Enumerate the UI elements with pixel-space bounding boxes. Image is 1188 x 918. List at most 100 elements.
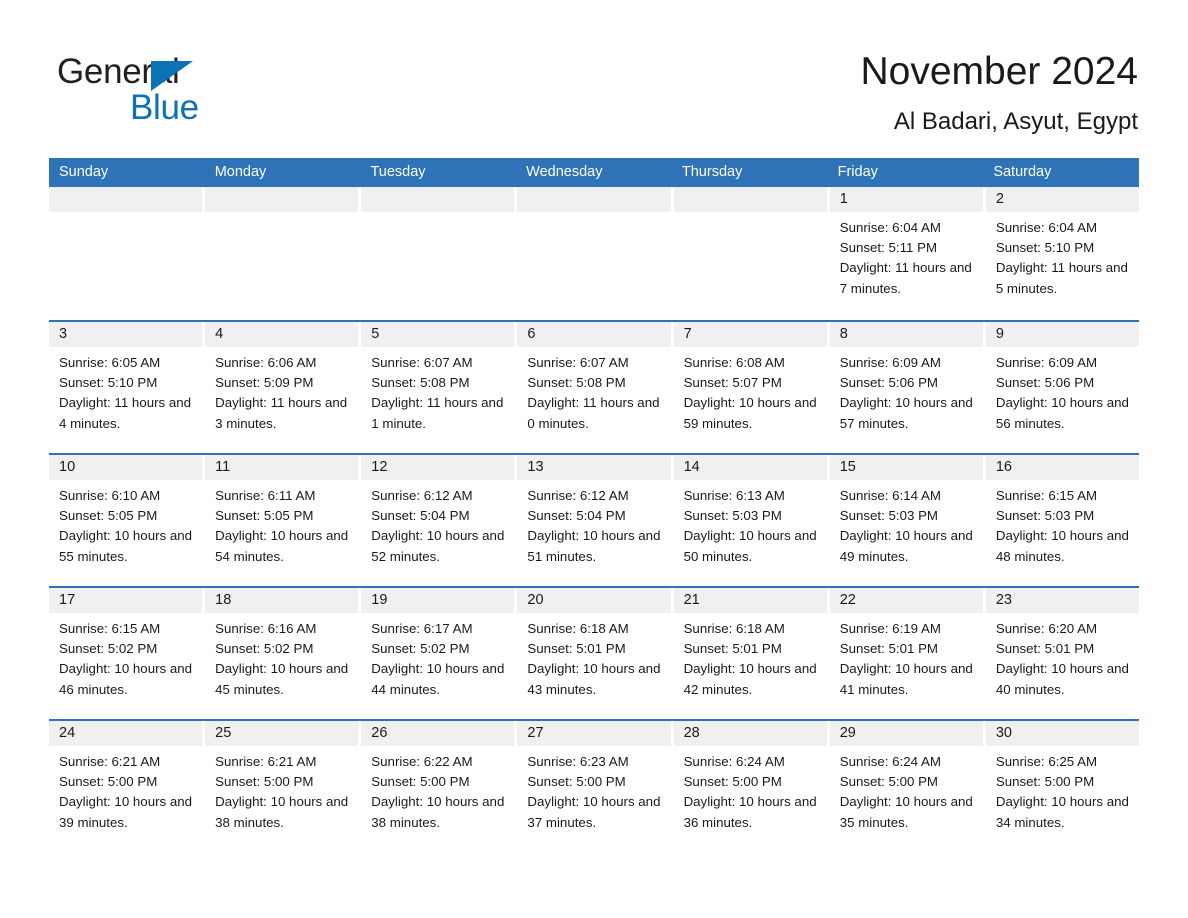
sunrise-text: Sunrise: 6:14 AM [839, 488, 941, 503]
day-details: Sunrise: 6:12 AM Sunset: 5:04 PM Daylight:… [517, 480, 670, 567]
day-details: Sunrise: 6:12 AM Sunset: 5:04 PM Daylight:… [361, 480, 514, 567]
sunrise-text: Sunrise: 6:24 AM [683, 754, 785, 769]
sunrise-text: Sunrise: 6:16 AM [215, 621, 317, 636]
calendar-day-cell[interactable]: 15 Sunrise: 6:14 AM Sunset: 5:03 PM Dayligh… [829, 455, 986, 586]
calendar-day-cell[interactable]: 30 Sunrise: 6:25 AM Sunset: 5:00 PM Dayligh… [985, 721, 1139, 852]
calendar-day-cell[interactable]: 1 Sunrise: 6:04 AM Sunset: 5:11 PM Daylight… [829, 187, 986, 320]
calendar-day-cell[interactable]: 19 Sunrise: 6:17 AM Sunset: 5:02 PM Dayligh… [361, 588, 518, 719]
sunrise-text: Sunrise: 6:21 AM [215, 754, 317, 769]
day-number: 11 [205, 455, 359, 480]
day-number: 21 [673, 588, 827, 613]
sunset-text: Sunset: 5:03 PM [839, 508, 939, 524]
day-details: Sunrise: 6:21 AM Sunset: 5:00 PM Daylight:… [49, 746, 202, 833]
sunset-text: Sunset: 5:05 PM [215, 508, 314, 524]
weekday-header-thursday: Thursday [681, 164, 743, 180]
sunrise-text: Sunrise: 6:05 AM [59, 355, 161, 370]
day-details: Sunrise: 6:18 AM Sunset: 5:01 PM Daylight:… [674, 613, 827, 700]
day-details: Sunrise: 6:08 AM Sunset: 5:07 PM Daylight:… [674, 347, 827, 434]
weekday-header-monday: Monday [214, 164, 267, 180]
sunrise-text: Sunrise: 6:25 AM [995, 754, 1098, 769]
daylight-text: Daylight: 10 hours and 57 minutes. [839, 395, 973, 431]
calendar-day-cell[interactable]: 17 Sunrise: 6:15 AM Sunset: 5:02 PM Dayligh… [49, 588, 206, 719]
title-block: November 2024 Al Badari, Asyut, Egypt [861, 48, 1139, 137]
generalblue-logo[interactable]: General Blue [57, 52, 317, 132]
calendar-day-cell[interactable]: 16 Sunrise: 6:15 AM Sunset: 5:03 PM Dayligh… [985, 455, 1139, 586]
day-number [205, 187, 359, 212]
calendar-day-cell[interactable]: 20 Sunrise: 6:18 AM Sunset: 5:01 PM Dayligh… [517, 588, 674, 719]
calendar-day-cell[interactable]: 28 Sunrise: 6:24 AM Sunset: 5:00 PM Dayligh… [673, 721, 830, 852]
calendar-day-cell[interactable]: 5 Sunrise: 6:07 AM Sunset: 5:08 PM Daylight… [361, 322, 518, 453]
calendar-week-row: 10 Sunrise: 6:10 AM Sunset: 5:05 PM Dayligh… [49, 453, 1139, 586]
day-number [517, 187, 671, 212]
sunset-text: Sunset: 5:06 PM [839, 375, 939, 391]
calendar-day-cell[interactable]: 18 Sunrise: 6:16 AM Sunset: 5:02 PM Dayligh… [205, 588, 362, 719]
calendar-week-row: 3 Sunrise: 6:05 AM Sunset: 5:10 PM Daylight… [49, 320, 1139, 453]
daylight-text: Daylight: 10 hours and 54 minutes. [215, 528, 349, 564]
day-details: Sunrise: 6:13 AM Sunset: 5:03 PM Daylight:… [674, 480, 827, 567]
calendar-day-cell[interactable]: 27 Sunrise: 6:23 AM Sunset: 5:00 PM Dayligh… [517, 721, 674, 852]
daylight-text: Daylight: 10 hours and 34 minutes. [995, 794, 1129, 830]
calendar-day-cell[interactable]: 9 Sunrise: 6:09 AM Sunset: 5:06 PM Daylight… [985, 322, 1139, 453]
sunrise-text: Sunrise: 6:18 AM [527, 621, 629, 636]
day-details: Sunrise: 6:25 AM Sunset: 5:00 PM Daylight:… [986, 746, 1139, 833]
calendar-day-cell[interactable]: 25 Sunrise: 6:21 AM Sunset: 5:00 PM Dayligh… [205, 721, 362, 852]
calendar-day-cell[interactable]: 26 Sunrise: 6:22 AM Sunset: 5:00 PM Dayligh… [361, 721, 518, 852]
calendar-day-cell-empty [361, 187, 518, 320]
calendar-day-cell[interactable]: 24 Sunrise: 6:21 AM Sunset: 5:00 PM Dayligh… [49, 721, 206, 852]
day-number: 1 [829, 187, 983, 212]
calendar-day-cell[interactable]: 6 Sunrise: 6:07 AM Sunset: 5:08 PM Daylight… [517, 322, 674, 453]
weekday-header-row: Sunday Monday Tuesday Wednesday Thursday… [49, 158, 1139, 187]
calendar-day-cell[interactable]: 2 Sunrise: 6:04 AM Sunset: 5:10 PM Daylight… [985, 187, 1139, 320]
sunset-text: Sunset: 5:01 PM [527, 641, 626, 657]
calendar-day-cell[interactable]: 14 Sunrise: 6:13 AM Sunset: 5:03 PM Dayligh… [673, 455, 830, 586]
sunset-text: Sunset: 5:02 PM [215, 641, 314, 657]
sunset-text: Sunset: 5:00 PM [59, 774, 158, 790]
sunrise-text: Sunrise: 6:22 AM [371, 754, 473, 769]
daylight-text: Daylight: 10 hours and 51 minutes. [527, 528, 661, 564]
calendar-day-cell[interactable]: 4 Sunrise: 6:06 AM Sunset: 5:09 PM Daylight… [205, 322, 362, 453]
day-details: Sunrise: 6:19 AM Sunset: 5:01 PM Daylight:… [830, 613, 983, 700]
calendar-day-cell[interactable]: 22 Sunrise: 6:19 AM Sunset: 5:01 PM Dayligh… [829, 588, 986, 719]
sunset-text: Sunset: 5:08 PM [527, 375, 626, 391]
day-number: 19 [361, 588, 515, 613]
sunset-text: Sunset: 5:03 PM [995, 508, 1095, 524]
day-details: Sunrise: 6:20 AM Sunset: 5:01 PM Daylight:… [986, 613, 1139, 700]
calendar-day-cell[interactable]: 21 Sunrise: 6:18 AM Sunset: 5:01 PM Dayligh… [673, 588, 830, 719]
daylight-text: Daylight: 10 hours and 46 minutes. [59, 661, 193, 697]
calendar-day-cell[interactable]: 3 Sunrise: 6:05 AM Sunset: 5:10 PM Daylight… [49, 322, 206, 453]
daylight-text: Daylight: 10 hours and 38 minutes. [371, 794, 505, 830]
sunrise-text: Sunrise: 6:17 AM [371, 621, 473, 636]
calendar-day-cell[interactable]: 13 Sunrise: 6:12 AM Sunset: 5:04 PM Dayligh… [517, 455, 674, 586]
sunset-text: Sunset: 5:11 PM [839, 240, 938, 256]
calendar-day-cell[interactable]: 11 Sunrise: 6:11 AM Sunset: 5:05 PM Dayligh… [205, 455, 362, 586]
sunset-text: Sunset: 5:01 PM [839, 641, 939, 657]
calendar-day-cell[interactable]: 10 Sunrise: 6:10 AM Sunset: 5:05 PM Dayligh… [49, 455, 206, 586]
daylight-text: Daylight: 11 hours and 5 minutes. [995, 260, 1128, 296]
sunrise-text: Sunrise: 6:21 AM [59, 754, 161, 769]
calendar-day-cell[interactable]: 12 Sunrise: 6:12 AM Sunset: 5:04 PM Dayligh… [361, 455, 518, 586]
sunset-text: Sunset: 5:00 PM [995, 774, 1095, 790]
logo-text-blue: Blue [130, 88, 199, 127]
day-details: Sunrise: 6:14 AM Sunset: 5:03 PM Daylight:… [830, 480, 983, 567]
sunrise-text: Sunrise: 6:12 AM [527, 488, 629, 503]
calendar-day-cell[interactable]: 23 Sunrise: 6:20 AM Sunset: 5:01 PM Dayligh… [985, 588, 1139, 719]
daylight-text: Daylight: 11 hours and 0 minutes. [527, 395, 660, 431]
sunset-text: Sunset: 5:01 PM [995, 641, 1095, 657]
day-number: 13 [517, 455, 671, 480]
day-number: 5 [361, 322, 515, 347]
calendar-day-cell[interactable]: 29 Sunrise: 6:24 AM Sunset: 5:00 PM Dayligh… [829, 721, 986, 852]
daylight-text: Daylight: 10 hours and 56 minutes. [995, 395, 1129, 431]
sunset-text: Sunset: 5:03 PM [683, 508, 782, 524]
sunrise-text: Sunrise: 6:20 AM [995, 621, 1098, 636]
day-details: Sunrise: 6:04 AM Sunset: 5:10 PM Daylight:… [986, 212, 1139, 299]
sunrise-text: Sunrise: 6:07 AM [371, 355, 473, 370]
calendar-day-cell[interactable]: 7 Sunrise: 6:08 AM Sunset: 5:07 PM Daylight… [673, 322, 830, 453]
sunrise-text: Sunrise: 6:15 AM [59, 621, 161, 636]
calendar-day-cell[interactable]: 8 Sunrise: 6:09 AM Sunset: 5:06 PM Daylight… [829, 322, 986, 453]
day-number: 29 [829, 721, 983, 746]
sunset-text: Sunset: 5:00 PM [527, 774, 626, 790]
calendar-week-row: 24 Sunrise: 6:21 AM Sunset: 5:00 PM Dayligh… [49, 719, 1139, 852]
location-subtitle: Al Badari, Asyut, Egypt [893, 108, 1138, 135]
sunrise-text: Sunrise: 6:13 AM [683, 488, 785, 503]
daylight-text: Daylight: 10 hours and 37 minutes. [527, 794, 661, 830]
